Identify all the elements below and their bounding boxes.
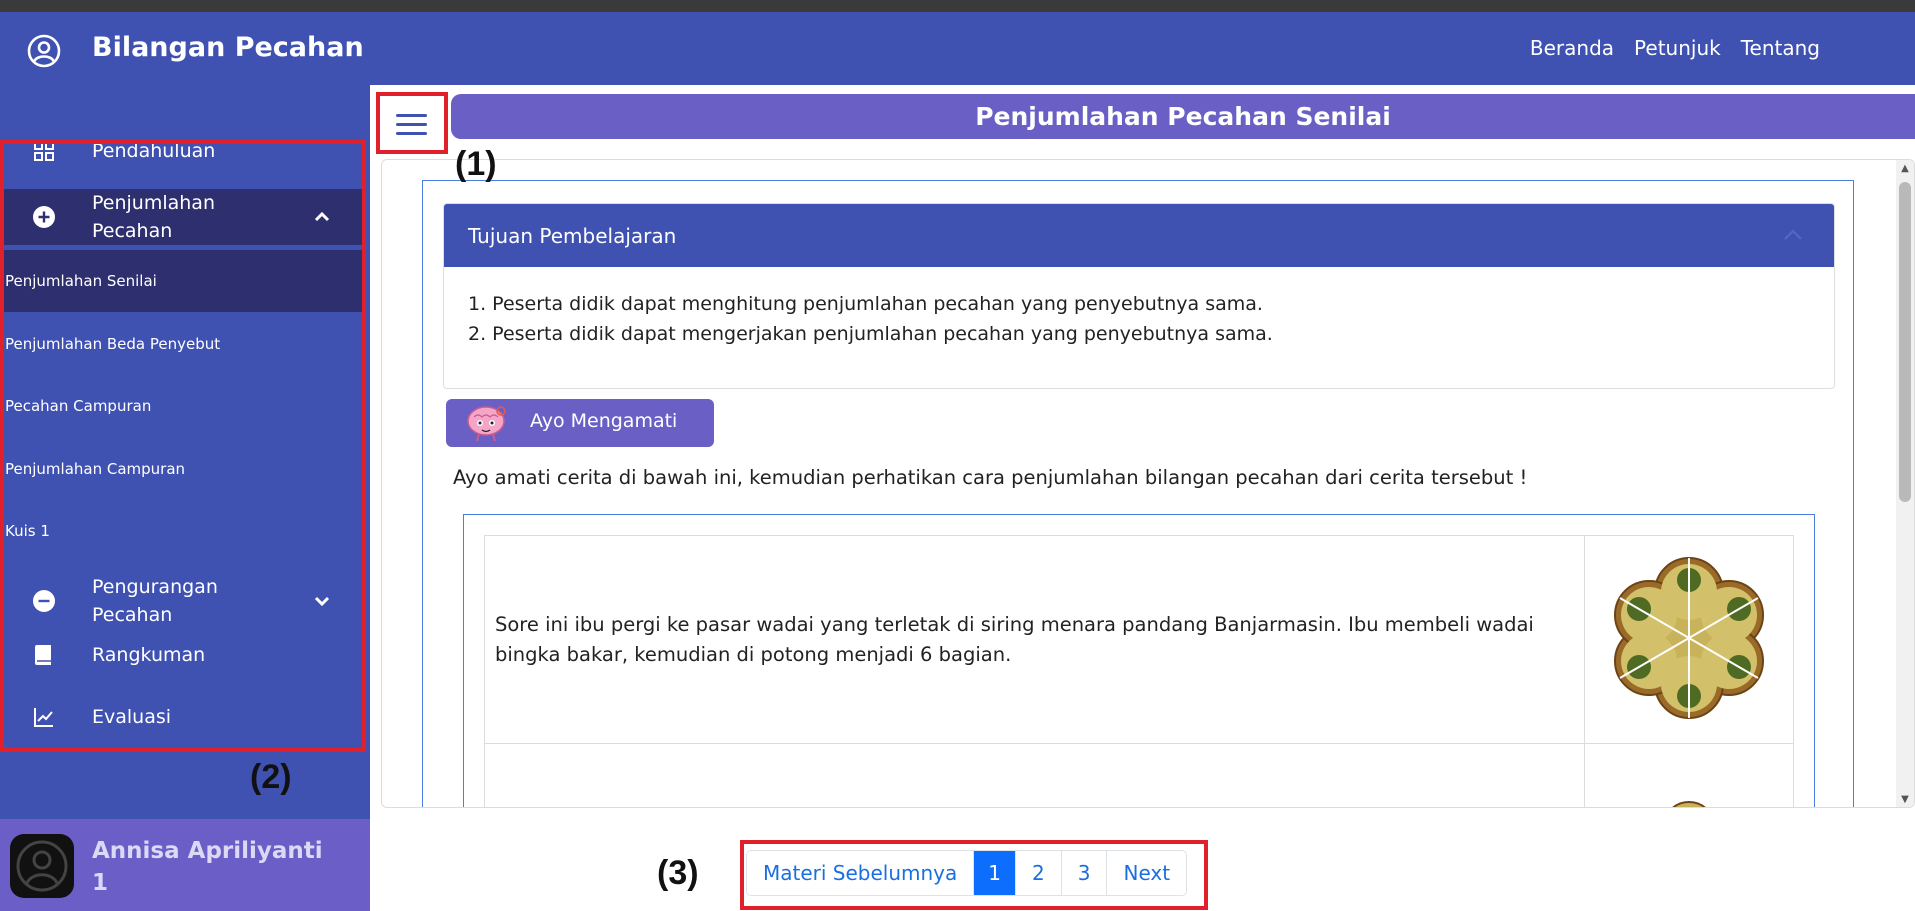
annotation-label-3: (3) — [657, 854, 699, 892]
sidebar-item-label-line1: Penjumlahan — [92, 192, 215, 214]
sidebar-toggle-button[interactable] — [378, 95, 444, 153]
hamburger-icon-bar — [395, 113, 427, 117]
sidebar-subitem-penjumlahan-senilai[interactable]: Penjumlahan Senilai — [0, 250, 362, 312]
table-row — [484, 743, 1794, 807]
scroll-down-arrow-icon[interactable]: ▼ — [1900, 795, 1910, 805]
user-avatar-icon — [16, 840, 68, 892]
avatar[interactable] — [10, 834, 74, 898]
sidebar-item-label-line1: Pengurangan — [92, 576, 218, 598]
nav-link-beranda[interactable]: Beranda — [1530, 36, 1614, 60]
sidebar-item-label-line2: Pecahan — [92, 604, 173, 626]
user-name: Annisa Apriliyanti 1 — [92, 835, 323, 899]
story-table: Sore ini ibu pergi ke pasar wadai yang t… — [484, 535, 1794, 807]
sidebar-subitem-kuis-1[interactable]: Kuis 1 — [0, 500, 362, 562]
hamburger-icon-bar — [395, 131, 427, 135]
top-navbar: Bilangan Pecahan Beranda Petunjuk Tentan… — [0, 12, 1915, 85]
user-circle-icon — [27, 34, 61, 68]
annotation-label-1: (1) — [455, 145, 497, 183]
sidebar-item-label-line2: Pecahan — [92, 220, 173, 242]
cake-slice-image — [1672, 801, 1706, 807]
sidebar-item-evaluasi[interactable]: Evaluasi — [0, 699, 362, 735]
nav-link-tentang[interactable]: Tentang — [1741, 36, 1820, 60]
sidebar-item-label: Pendahuluan — [92, 140, 216, 162]
hamburger-icon-bar — [395, 122, 427, 126]
story-text-line: bingka bakar, kemudian di potong menjadi… — [495, 642, 1012, 666]
sidebar-item-pengurangan-pecahan[interactable]: Pengurangan Pecahan — [0, 573, 362, 629]
story-image-cell — [1584, 535, 1794, 744]
table-row: Sore ini ibu pergi ke pasar wadai yang t… — [484, 535, 1794, 744]
app-title: Bilangan Pecahan — [92, 32, 364, 63]
pagination-next-button[interactable]: Next — [1107, 851, 1187, 895]
observe-intro-text: Ayo amati cerita di bawah ini, kemudian … — [453, 466, 1528, 489]
user-name-line2: 1 — [92, 870, 109, 896]
pagination-page-3[interactable]: 3 — [1061, 851, 1108, 895]
sidebar-item-rangkuman[interactable]: Rangkuman — [0, 637, 362, 673]
objectives-card: Tujuan Pembelajaran 1. Peserta didik dap… — [443, 203, 1835, 389]
browser-top-strip — [0, 0, 1915, 12]
sidebar-subitem-penjumlahan-beda-penyebut[interactable]: Penjumlahan Beda Penyebut — [0, 313, 362, 375]
scroll-thumb[interactable] — [1899, 182, 1911, 502]
story-text-cell — [484, 743, 1585, 807]
pagination-prev-button[interactable]: Materi Sebelumnya — [747, 851, 975, 895]
user-name-line1: Annisa Apriliyanti — [92, 838, 323, 864]
story-text-cell: Sore ini ibu pergi ke pasar wadai yang t… — [484, 535, 1585, 744]
story-text-line: Sore ini ibu pergi ke pasar wadai yang t… — [495, 612, 1534, 636]
content-frame: Tujuan Pembelajaran 1. Peserta didik dap… — [381, 159, 1915, 808]
annotation-label-2: (2) — [250, 758, 292, 796]
bingka-cake-image — [1614, 556, 1764, 719]
sidebar-item-label: Evaluasi — [92, 706, 172, 728]
objectives-heading: Tujuan Pembelajaran — [468, 223, 677, 248]
top-nav-links: Beranda Petunjuk Tentang — [1530, 36, 1820, 60]
chevron-up-icon[interactable] — [312, 207, 332, 227]
pagination-page-2[interactable]: 2 — [1016, 851, 1062, 895]
content-scrollbar[interactable]: ▲ ▼ — [1896, 160, 1914, 807]
objectives-card-header[interactable]: Tujuan Pembelajaran — [444, 204, 1834, 267]
grid-icon — [34, 141, 54, 161]
sidebar-item-penjumlahan-pecahan[interactable]: Penjumlahan Pecahan — [0, 189, 362, 245]
pagination: Materi Sebelumnya 1 2 3 Next — [746, 850, 1188, 896]
sidebar-item-pendahuluan[interactable]: Pendahuluan — [0, 133, 362, 169]
content-container: Tujuan Pembelajaran 1. Peserta didik dap… — [422, 180, 1854, 807]
book-icon — [35, 645, 51, 665]
scroll-up-arrow-icon[interactable]: ▲ — [1900, 164, 1910, 174]
sidebar: Pendahuluan Penjumlahan Pecahan Penjumla… — [0, 85, 370, 819]
sidebar-subitem-pecahan-campuran[interactable]: Pecahan Campuran — [0, 375, 362, 437]
story-image-cell — [1584, 743, 1794, 807]
nav-link-petunjuk[interactable]: Petunjuk — [1634, 36, 1721, 60]
objectives-body: 1. Peserta didik dapat menghitung penjum… — [444, 267, 1834, 371]
sidebar-item-label: Rangkuman — [92, 644, 206, 666]
story-container: Sore ini ibu pergi ke pasar wadai yang t… — [463, 514, 1815, 807]
chevron-up-icon[interactable] — [1782, 226, 1804, 244]
chart-line-icon — [34, 708, 53, 727]
pagination-page-1[interactable]: 1 — [974, 851, 1017, 895]
sidebar-subitem-penjumlahan-campuran[interactable]: Penjumlahan Campuran — [0, 438, 362, 500]
chevron-down-icon[interactable] — [312, 591, 332, 611]
user-panel: Annisa Apriliyanti 1 — [0, 819, 370, 911]
ayo-mengamati-button[interactable]: Ayo Mengamati — [446, 399, 714, 447]
page-title: Penjumlahan Pecahan Senilai — [451, 94, 1915, 139]
plus-circle-icon — [33, 206, 55, 228]
objective-item: 2. Peserta didik dapat mengerjakan penju… — [468, 323, 1273, 345]
ayo-mengamati-label: Ayo Mengamati — [530, 410, 678, 432]
brain-mascot-icon — [467, 406, 506, 442]
objective-item: 1. Peserta didik dapat menghitung penjum… — [468, 293, 1263, 315]
minus-circle-icon — [33, 590, 55, 612]
